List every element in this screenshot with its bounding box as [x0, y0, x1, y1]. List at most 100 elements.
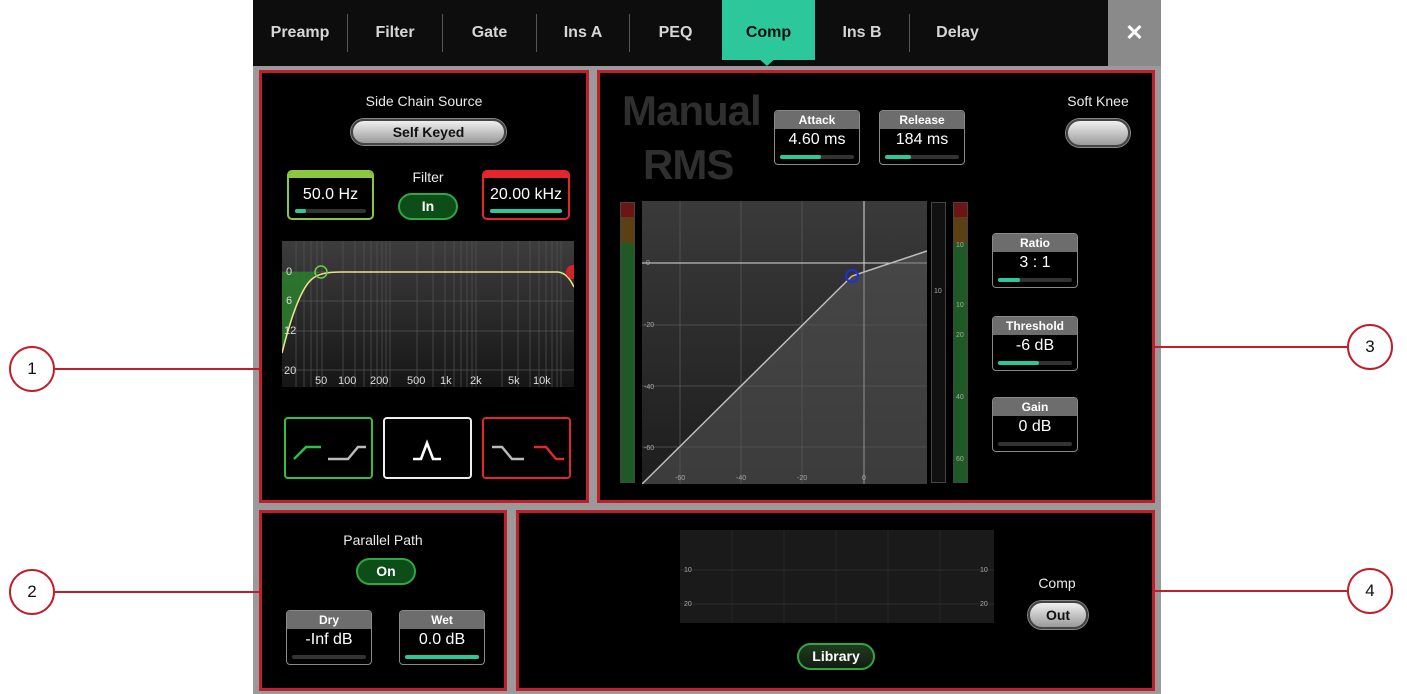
- parallel-path-toggle[interactable]: On: [356, 558, 416, 585]
- graph-y-tick: 6: [286, 295, 292, 307]
- soft-knee-toggle[interactable]: [1066, 119, 1130, 147]
- wet-slider-track: [405, 655, 479, 659]
- history-tick: 10: [980, 567, 988, 574]
- tab-peq[interactable]: PEQ: [630, 0, 721, 66]
- input-level-meter: [620, 202, 635, 483]
- graph-y-tick: -40: [644, 384, 654, 391]
- callout-4: 4: [1347, 568, 1393, 614]
- callout-3: 3: [1347, 324, 1393, 370]
- dry-control[interactable]: Dry -Inf dB: [286, 610, 372, 665]
- callout-leader-line: [55, 368, 259, 370]
- wet-value: 0.0 dB: [418, 631, 466, 648]
- bandpass-type-button[interactable]: [383, 417, 472, 479]
- bandpass-icon: [413, 439, 441, 461]
- lpf-type-button[interactable]: [482, 417, 571, 479]
- attack-label: Attack: [775, 111, 859, 129]
- hpf-type-button[interactable]: [284, 417, 373, 479]
- graph-x-tick: -40: [736, 475, 746, 482]
- compressor-panel: Manual RMS Attack 4.60 ms Release 184 ms…: [597, 70, 1155, 503]
- comp-bypass-panel: 10 20 10 20 Comp Out Library: [516, 510, 1155, 691]
- threshold-value: -6 dB: [1015, 337, 1055, 354]
- tab-ins-b[interactable]: Ins B: [815, 0, 909, 66]
- sidechain-panel: Side Chain Source Self Keyed 50.0 Hz Fil…: [259, 70, 589, 503]
- lpf-color-strip: [484, 172, 568, 178]
- parallel-path-panel: Parallel Path On Dry -Inf dB Wet 0.0 dB: [259, 510, 507, 691]
- sidechain-filter-graph[interactable]: 0 6 12 20 50 100 200 500 1k 2k 5k 10k: [282, 241, 574, 387]
- gain-slider-track: [998, 442, 1072, 446]
- threshold-slider-fill: [998, 361, 1039, 365]
- ratio-control[interactable]: Ratio 3 : 1: [992, 233, 1078, 288]
- attack-slider-fill: [780, 155, 821, 159]
- graph-x-tick: 10k: [533, 375, 551, 387]
- sidechain-source-button[interactable]: Self Keyed: [351, 119, 506, 145]
- filter-in-toggle[interactable]: In: [398, 193, 458, 220]
- mode-text-rms: RMS: [643, 141, 734, 188]
- close-button[interactable]: ✕: [1108, 0, 1161, 66]
- history-tick: 20: [684, 601, 692, 608]
- graph-y-tick: 0: [646, 260, 650, 267]
- callout-leader-line: [1155, 346, 1348, 348]
- ratio-value: 3 : 1: [1019, 254, 1051, 271]
- attack-slider-track: [780, 155, 854, 159]
- comp-out-toggle[interactable]: Out: [1028, 601, 1088, 629]
- out-meter-tick: 60: [956, 456, 964, 463]
- wet-label: Wet: [400, 611, 484, 629]
- threshold-label: Threshold: [993, 317, 1077, 335]
- history-tick: 10: [684, 567, 692, 574]
- gain-control[interactable]: Gain 0 dB: [992, 397, 1078, 452]
- parallel-path-title: Parallel Path: [343, 532, 423, 548]
- hpf-shelf-icon: [293, 445, 366, 461]
- graph-x-tick: 2k: [470, 375, 482, 387]
- history-tick: 20: [980, 601, 988, 608]
- lpf-frequency-control[interactable]: 20.00 kHz: [482, 170, 570, 220]
- graph-x-tick: 5k: [508, 375, 520, 387]
- gain-reduction-history: 10 20 10 20: [680, 530, 994, 623]
- wet-control[interactable]: Wet 0.0 dB: [399, 610, 485, 665]
- threshold-control[interactable]: Threshold -6 dB: [992, 316, 1078, 371]
- release-control[interactable]: Release 184 ms: [879, 110, 965, 165]
- lpf-frequency-value: 20.00 kHz: [489, 186, 563, 203]
- gain-reduction-meter: 10: [931, 202, 946, 483]
- graph-y-tick: -20: [644, 322, 654, 329]
- out-meter-tick: 10: [956, 302, 964, 309]
- callout-1: 1: [9, 346, 55, 392]
- out-meter-tick: 40: [956, 394, 964, 401]
- callout-leader-line: [55, 591, 259, 593]
- hpf-frequency-value: 50.0 Hz: [302, 186, 359, 203]
- tab-filter[interactable]: Filter: [348, 0, 442, 66]
- threshold-slider-track: [998, 361, 1072, 365]
- gain-label: Gain: [993, 398, 1077, 416]
- tab-preamp[interactable]: Preamp: [253, 0, 347, 66]
- lpf-shelf-icon: [492, 445, 564, 461]
- hpf-frequency-control[interactable]: 50.0 Hz: [287, 170, 374, 220]
- wet-slider-fill: [405, 655, 479, 659]
- tab-gate[interactable]: Gate: [443, 0, 536, 66]
- compression-transfer-graph[interactable]: 0 -20 -40 -60 -60 -40 -20 0: [642, 201, 927, 484]
- ratio-slider-track: [998, 278, 1072, 282]
- mode-text-manual: Manual: [622, 87, 762, 134]
- output-level-meter: 10 10 20 40 60: [953, 202, 968, 483]
- graph-y-tick: -60: [644, 445, 654, 452]
- hpf-color-strip: [289, 172, 372, 178]
- library-button[interactable]: Library: [797, 643, 875, 670]
- hpf-slider-track: [295, 209, 366, 213]
- graph-x-tick: -20: [797, 475, 807, 482]
- graph-y-tick: 0: [286, 266, 292, 278]
- ratio-slider-fill: [998, 278, 1021, 282]
- release-label: Release: [880, 111, 964, 129]
- tab-ins-a[interactable]: Ins A: [537, 0, 629, 66]
- graph-x-tick: 50: [315, 375, 327, 387]
- out-meter-tick: 20: [956, 332, 964, 339]
- gr-meter-tick: 10: [934, 288, 942, 295]
- soft-knee-label: Soft Knee: [1067, 93, 1129, 109]
- out-meter-tick: 10: [956, 242, 964, 249]
- dry-value: -Inf dB: [305, 631, 353, 648]
- attack-control[interactable]: Attack 4.60 ms: [774, 110, 860, 165]
- graph-x-tick: 1k: [440, 375, 452, 387]
- graph-x-tick: 500: [407, 375, 425, 387]
- ratio-label: Ratio: [993, 234, 1077, 252]
- tab-delay[interactable]: Delay: [910, 0, 1005, 66]
- lpf-slider-track: [490, 209, 562, 213]
- release-slider-track: [885, 155, 959, 159]
- tab-comp[interactable]: Comp: [722, 0, 815, 60]
